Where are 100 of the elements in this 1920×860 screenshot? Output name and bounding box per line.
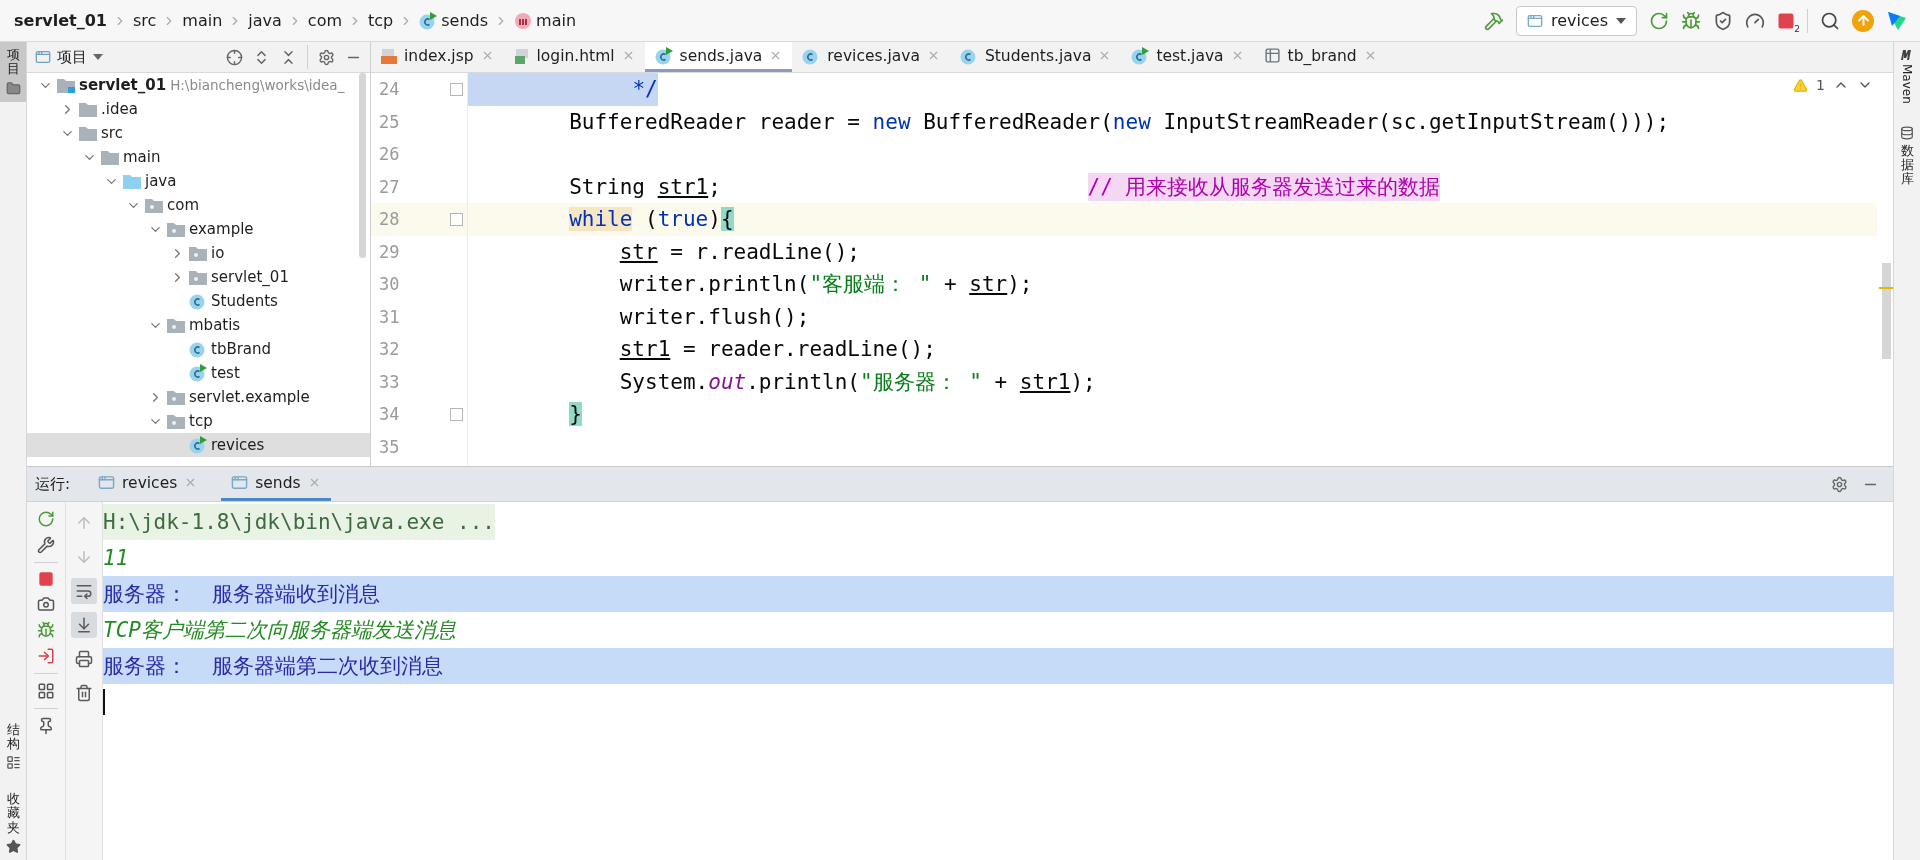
line-number: 32 [379,339,400,360]
tree-item[interactable]: com [27,193,370,217]
breadcrumb[interactable]: src [132,11,157,30]
line-number: 30 [379,274,400,295]
folder-icon [101,149,119,165]
stop-icon[interactable] [1777,11,1795,30]
line-number: 33 [379,371,400,392]
search-icon[interactable] [1820,10,1840,31]
tree-item[interactable]: example [27,217,370,241]
tree-item[interactable]: servlet_01 H:\biancheng\works\idea_ [27,73,370,97]
package-icon [167,389,185,405]
scrollbar-thumb[interactable] [359,73,366,258]
code-line: str = r.readLine(); [618,238,860,266]
settings-icon[interactable] [1831,475,1848,493]
window-icon [98,474,116,491]
window-icon [1527,12,1544,29]
locate-icon[interactable] [226,48,243,66]
breadcrumb[interactable]: servlet_01 [14,11,107,30]
tree-item[interactable]: servlet_01 [27,265,370,289]
rerun-icon[interactable] [37,510,55,528]
folder-icon [57,77,75,93]
hammer-icon[interactable] [1484,10,1505,31]
coverage-icon[interactable] [1713,10,1733,31]
tree-item[interactable]: java [27,169,370,193]
rerun-icon[interactable] [1649,10,1669,31]
html-file-icon [513,47,530,64]
caret-icon [1616,17,1626,24]
wrench-icon[interactable] [37,536,55,554]
tool-window-tab[interactable]: Maven [1894,42,1920,110]
update-button[interactable] [1852,9,1874,32]
run-configuration-dropdown[interactable]: revices [1516,5,1637,36]
class-icon [189,292,207,310]
fold-marker-icon[interactable] [450,82,463,96]
package-icon [145,197,163,213]
bug-icon[interactable] [1681,10,1701,31]
class-run-icon [189,436,207,454]
fold-marker-icon[interactable] [450,212,463,226]
editor-tab[interactable]: tb_brand [1253,42,1387,72]
breadcrumb[interactable]: tcp [368,11,394,30]
console-line: TCP客户端第二次向服务器端发送消息 [103,617,456,644]
breadcrumb[interactable]: sends [419,11,489,30]
tree-item[interactable]: tbBrand [27,337,370,361]
class-run-icon [189,364,207,382]
editor-tab[interactable]: revices.java [792,42,950,72]
code-line: System.out.println("服务器： " + str1); [618,368,1096,396]
tool-window-tab[interactable]: 收藏夹 [0,786,26,860]
settings-icon[interactable] [318,48,335,66]
method-icon [514,11,533,30]
maven-icon [1900,48,1914,60]
line-number: 28 [379,209,400,230]
pin-icon[interactable] [37,717,55,735]
editor-tab[interactable]: Students.java [949,42,1122,72]
package-icon [167,221,185,237]
tree-item[interactable]: Students [27,289,370,313]
tool-window-tab[interactable]: 项目 [0,42,26,102]
package-icon [167,317,185,333]
tree-item[interactable]: io [27,241,370,265]
breadcrumb[interactable]: com [307,11,342,30]
class-run-icon [419,11,438,30]
soft-wrap-icon[interactable] [71,578,97,604]
breadcrumb[interactable]: main [514,11,577,30]
run-tab[interactable]: sends [221,467,331,501]
tree-item[interactable]: test [27,361,370,385]
toolbox-logo-icon[interactable] [1886,9,1908,32]
star-icon [5,839,21,854]
tool-window-tab[interactable]: 数据库 [1894,119,1920,193]
folder-icon [79,125,97,141]
count-label: 2 [1794,23,1800,34]
window-icon [231,474,249,491]
folder-icon [5,80,21,96]
tool-window-tab[interactable]: 结构 [0,716,26,777]
package-icon [189,245,207,261]
line-number: 26 [379,144,400,165]
window-icon [35,49,51,65]
stop-icon[interactable] [38,571,54,587]
fold-marker-icon[interactable] [450,407,463,421]
layout-icon[interactable] [37,682,55,700]
editor-tab[interactable]: test.java [1121,42,1254,72]
tree-item[interactable]: main [27,145,370,169]
editor-tab[interactable]: index.jsp [371,42,504,72]
breadcrumb[interactable]: java [248,11,282,30]
tree-item[interactable]: .idea [27,97,370,121]
line-number: 31 [379,306,400,327]
table-icon [1263,47,1281,64]
run-tab[interactable]: revices [88,467,208,501]
bug-icon[interactable] [37,621,55,639]
editor-tab[interactable]: login.html [503,42,645,72]
project-view-dropdown[interactable]: 项目 [35,47,103,67]
breadcrumb[interactable]: main [182,11,223,30]
scrollbar-thumb[interactable] [1882,263,1891,359]
tree-item[interactable]: servlet.example [27,385,370,409]
scroll-to-end-icon[interactable] [71,612,97,638]
tree-item[interactable]: revices [27,433,370,457]
class-run-icon [1131,46,1150,65]
camera-icon[interactable] [37,595,55,613]
tree-item[interactable]: src [27,121,370,145]
editor-tab[interactable]: sends.java [644,42,793,72]
tree-item[interactable]: mbatis [27,313,370,337]
tree-item[interactable]: tcp [27,409,370,433]
exit-icon[interactable] [37,647,55,665]
